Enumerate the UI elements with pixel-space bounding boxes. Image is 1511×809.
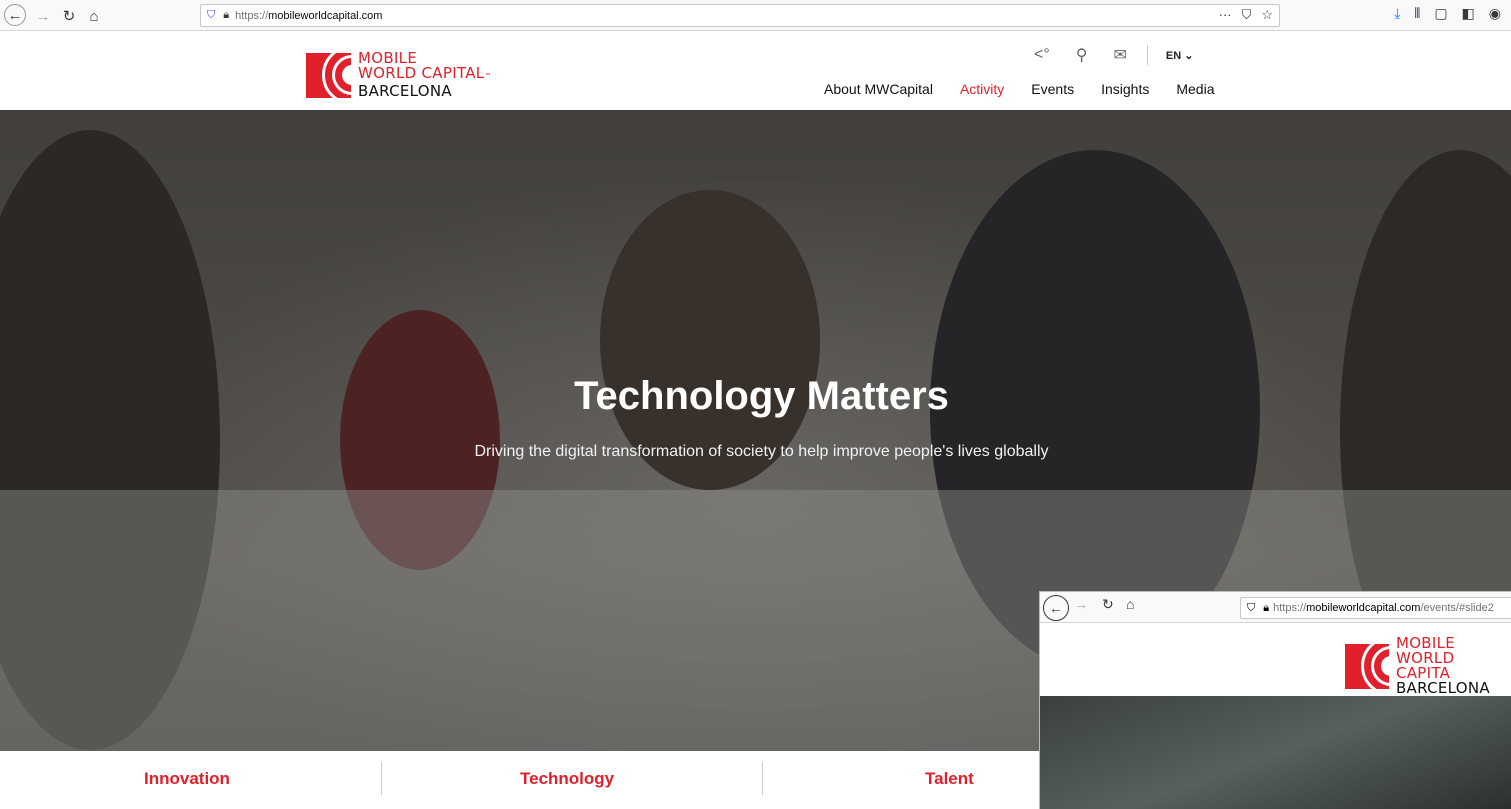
bookmark-star-icon[interactable]: ☆ [1261, 7, 1273, 23]
overlay-screenshot: ← → ↻ ⌂ ⛉ 🔒︎ https://mobileworldcapital.… [1039, 591, 1511, 809]
popup-hero-image [1040, 696, 1511, 809]
reload-icon[interactable]: ↻ [57, 4, 81, 28]
logo-mark-icon [1345, 643, 1389, 689]
hero-title: Technology Matters [574, 374, 949, 418]
reload-icon[interactable]: ↻ [1102, 596, 1114, 613]
popup-url-bar[interactable]: ⛉ 🔒︎ https://mobileworldcapital.com/even… [1240, 597, 1511, 619]
main-nav: About MWCapital Activity Events Insights… [824, 81, 1214, 97]
nav-events[interactable]: Events [1031, 81, 1074, 97]
site-header: MOBILE WORLD CAPITAL™ BARCELONA <° ⚲ ✉ E… [0, 31, 1511, 110]
sidebar-icon[interactable]: ▢ [1434, 5, 1447, 22]
nav-media[interactable]: Media [1176, 81, 1214, 97]
nav-about[interactable]: About MWCapital [824, 81, 933, 97]
share-icon[interactable]: <° [1034, 46, 1050, 64]
forward-icon[interactable]: → [31, 4, 55, 28]
library-icon[interactable]: ⫴ [1414, 5, 1420, 22]
logo-line-3: BARCELONA [1395, 679, 1490, 697]
lock-icon[interactable]: 🔒︎ [1263, 602, 1269, 615]
divider [1146, 45, 1148, 65]
url-bar[interactable]: ⛉ 🔒︎ https://mobileworldcapital.com ··· … [200, 4, 1280, 27]
home-icon[interactable]: ⌂ [82, 4, 106, 28]
divider [762, 762, 763, 795]
back-icon[interactable]: ← [4, 4, 26, 26]
mail-icon[interactable]: ✉ [1113, 45, 1126, 65]
shield-icon[interactable]: ⛉ [1247, 602, 1255, 615]
back-icon[interactable]: ← [1043, 595, 1069, 621]
nav-activity[interactable]: Activity [960, 81, 1004, 97]
popup-logo[interactable]: MOBILE WORLD CAPITA BARCELONA [1345, 636, 1511, 696]
account-icon[interactable]: ◉ [1489, 5, 1501, 22]
search-icon[interactable]: ⚲ [1076, 45, 1088, 65]
download-icon[interactable]: ⤓ [1394, 5, 1400, 22]
pocket-icon[interactable]: ⛉ [1242, 7, 1252, 23]
logo-mark-icon [306, 52, 351, 98]
lock-icon[interactable]: 🔒︎ [223, 9, 229, 22]
url-text: https://mobileworldcapital.com [235, 9, 383, 22]
popup-browser-toolbar: ← → ↻ ⌂ ⛉ 🔒︎ https://mobileworldcapital.… [1040, 592, 1511, 623]
pillar-innovation[interactable]: Innovation [144, 769, 230, 789]
pillar-technology[interactable]: Technology [520, 769, 614, 789]
hero-subtitle: Driving the digital transformation of so… [474, 443, 1049, 460]
extension-icon[interactable]: ◧ [1462, 5, 1475, 22]
shield-icon[interactable]: ⛉ [207, 9, 215, 22]
home-icon[interactable]: ⌂ [1126, 596, 1134, 612]
language-selector[interactable]: EN ⌄ [1166, 49, 1194, 62]
logo[interactable]: MOBILE WORLD CAPITAL™ BARCELONA [306, 51, 492, 99]
logo-line-3: BARCELONA [358, 82, 452, 100]
browser-toolbar: ← → ↻ ⌂ ⛉ 🔒︎ https://mobileworldcapital.… [0, 0, 1511, 31]
logo-line-2: WORLD CAPITA [1395, 649, 1455, 682]
pillar-talent[interactable]: Talent [925, 769, 974, 789]
forward-icon[interactable]: → [1074, 596, 1088, 612]
more-icon[interactable]: ··· [1219, 7, 1232, 23]
nav-insights[interactable]: Insights [1101, 81, 1149, 97]
divider [381, 762, 382, 795]
